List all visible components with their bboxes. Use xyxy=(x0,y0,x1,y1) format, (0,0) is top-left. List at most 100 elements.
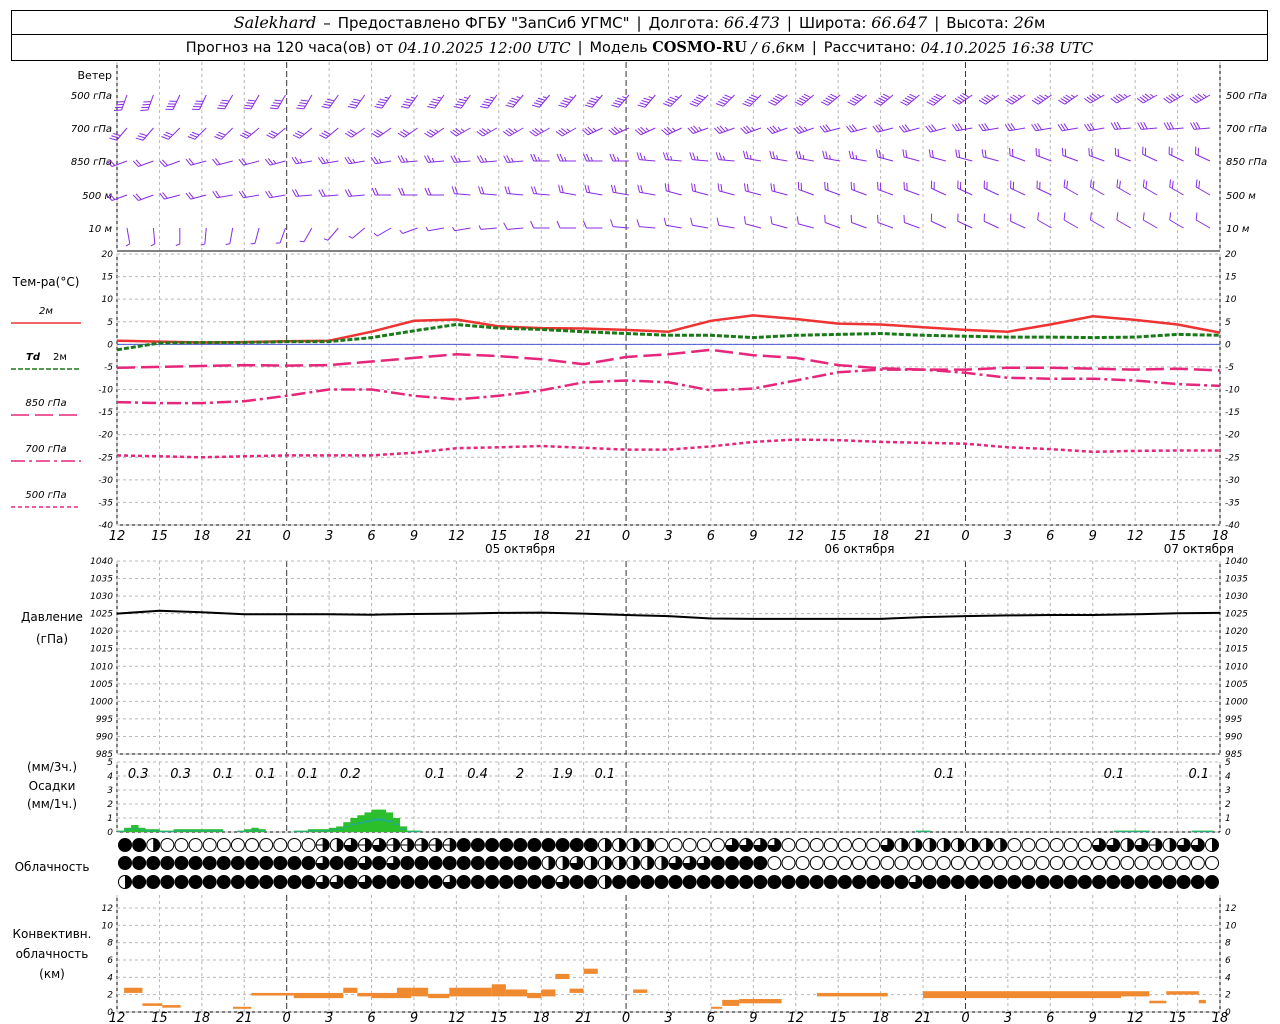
wind-barb xyxy=(925,124,946,133)
cloud-symbol-fill xyxy=(189,875,203,889)
cloud-symbol xyxy=(188,838,203,852)
wind-barb xyxy=(978,123,999,132)
barb-feather xyxy=(770,216,773,224)
barb-feather xyxy=(875,149,879,157)
barb-staff xyxy=(718,224,735,229)
cloud-symbol-fill xyxy=(612,875,626,889)
wind-barb xyxy=(983,180,999,196)
pres-ytick-left: 1040 xyxy=(90,557,113,567)
barb-feather xyxy=(1035,147,1037,156)
prec-ytick-left: 1 xyxy=(107,814,113,824)
temp-time-label: 12 xyxy=(109,529,126,544)
wind-barb xyxy=(1142,212,1158,229)
cloud-symbol-fill xyxy=(146,856,160,870)
cloud-symbol-fill xyxy=(1021,875,1035,889)
barb-half-feather xyxy=(671,127,676,132)
barb-half-feather xyxy=(378,158,382,163)
barb-staff xyxy=(639,191,656,196)
cloud-symbol-fill xyxy=(203,856,217,870)
convective-bar xyxy=(541,989,556,997)
cloud-symbol xyxy=(852,838,867,852)
barb-half-feather xyxy=(991,94,996,98)
barb-feather xyxy=(374,187,379,196)
barb-half-feather xyxy=(434,129,439,133)
precip-bar-hourly xyxy=(923,831,931,833)
cloud-symbol-fill xyxy=(1007,875,1021,889)
barb-staff xyxy=(586,191,603,196)
barb-half-feather xyxy=(487,128,492,132)
barb-staff xyxy=(931,220,947,229)
cloud-symbol xyxy=(781,838,796,852)
wind-barb xyxy=(1114,147,1131,162)
precip-total-label: 0.4 xyxy=(467,767,488,782)
conv-time-label: 21 xyxy=(575,1011,592,1024)
prec-ytick-right: 0 xyxy=(1225,828,1231,838)
wind-barb xyxy=(347,94,366,109)
precip-total-label: 0.1 xyxy=(425,767,446,782)
date-label-3: 07 октября xyxy=(1164,542,1234,556)
cloud-symbol-fill xyxy=(548,856,556,870)
wind-barb xyxy=(1058,94,1079,105)
barb-feather xyxy=(113,109,122,111)
wind-barb xyxy=(1142,146,1158,162)
wind-barb xyxy=(689,152,709,162)
wind-barb xyxy=(875,149,894,162)
precip-bar-hourly xyxy=(392,823,401,825)
barb-feather xyxy=(530,220,535,229)
wind-barb xyxy=(250,227,260,245)
cloud-symbol xyxy=(993,856,1008,870)
wind-barb xyxy=(715,152,735,162)
barb-feather xyxy=(851,151,855,159)
precip-bar-hourly xyxy=(244,830,252,832)
cloud-symbol-fill xyxy=(485,875,499,889)
convective-bar xyxy=(371,992,397,999)
wind-barb xyxy=(900,93,920,106)
barb-staff xyxy=(327,227,339,241)
cloud-symbol xyxy=(795,856,810,870)
barb-feather xyxy=(634,129,642,136)
wind-barb xyxy=(291,156,312,165)
barb-half-feather xyxy=(1176,93,1181,98)
wind-barb xyxy=(1195,212,1211,229)
wind-level-label-right: 500 м xyxy=(1226,191,1256,202)
cloud-symbol-fill xyxy=(894,875,908,889)
convective-bar xyxy=(633,989,648,993)
barb-feather xyxy=(478,186,482,194)
wind-barb xyxy=(715,94,735,107)
barb-feather xyxy=(481,186,485,195)
wind-barb xyxy=(269,94,286,110)
temp-legend-label: 850 гПа xyxy=(25,398,66,409)
barb-half-feather xyxy=(478,225,482,230)
cloud-symbol-fill xyxy=(386,875,400,889)
barb-half-feather xyxy=(352,158,356,163)
wind-barb xyxy=(125,227,131,247)
wind-barb xyxy=(824,181,841,196)
wind-barb xyxy=(1010,180,1026,196)
barb-staff xyxy=(121,94,128,111)
wind-barb xyxy=(873,93,894,106)
barb-feather xyxy=(424,132,432,138)
cloud-symbol-fill xyxy=(132,875,146,889)
precip-bar-hourly xyxy=(124,829,132,831)
conv-time-label: 0 xyxy=(622,1011,630,1024)
temp-legend-label: 700 гПа xyxy=(25,444,66,455)
wind-barb xyxy=(109,127,128,141)
wind-barb xyxy=(1031,94,1052,105)
convective-bar xyxy=(491,984,506,997)
cloud-symbol-fill xyxy=(125,875,132,889)
prec-ytick-right: 3 xyxy=(1225,786,1231,796)
precip-bar-hourly xyxy=(314,830,323,832)
precip-bar-hourly xyxy=(357,821,365,824)
cloud-symbol-fill xyxy=(217,856,231,870)
wind-barb xyxy=(371,127,392,138)
barb-staff xyxy=(983,156,999,162)
convective-bar xyxy=(232,1006,252,1009)
cloud-symbol xyxy=(301,838,316,852)
barb-feather xyxy=(957,180,959,189)
cloud-symbol xyxy=(1063,838,1078,852)
pres-ytick-left: 1000 xyxy=(90,697,113,707)
wind-barb xyxy=(983,213,999,229)
wind-level-label: 500 гПа xyxy=(71,91,112,102)
precip-bar-hourly xyxy=(166,831,174,833)
barb-feather xyxy=(663,217,667,226)
